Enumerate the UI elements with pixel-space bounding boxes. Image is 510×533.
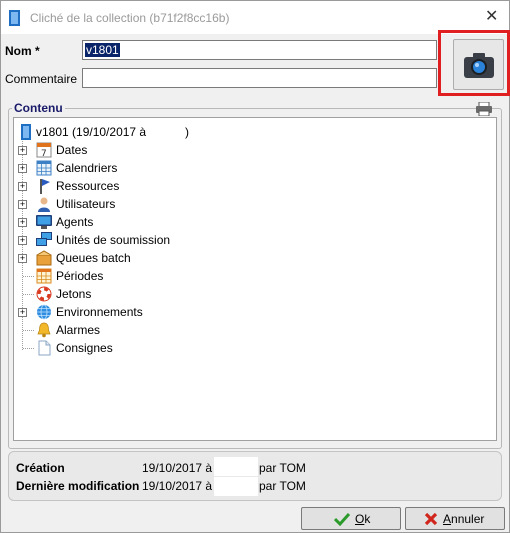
expand-icon[interactable]: + (18, 218, 27, 227)
name-field[interactable]: v1801 (82, 40, 437, 60)
tree-item-consignes[interactable]: Consignes (14, 339, 414, 357)
checkmark-icon (334, 512, 350, 526)
app-icon (9, 10, 20, 26)
expand-icon[interactable]: + (18, 182, 27, 191)
cancel-label: Annuler (443, 512, 485, 526)
tree-item-label: Calendriers (56, 161, 118, 175)
tree-line (23, 294, 34, 295)
window-title: Cliché de la collection (b71f2f8cc16b) (30, 11, 230, 25)
tree-item-label: Agents (56, 215, 94, 229)
creation-label: Création (16, 461, 65, 475)
calendar-period-icon (36, 268, 52, 284)
comment-field[interactable] (82, 68, 437, 88)
queue-icon (36, 250, 52, 266)
tree-root-suffix: ) (185, 125, 189, 139)
document-icon (38, 340, 51, 356)
tree-item-label: Queues batch (56, 251, 131, 265)
modified-date: 19/10/2017 à (142, 479, 213, 493)
content-tree[interactable]: v1801 (19/10/2017 à ) + 7 Dates + Calend… (13, 117, 497, 441)
expand-icon[interactable]: + (18, 236, 27, 245)
tree-item-label: Dates (56, 143, 88, 157)
expand-icon[interactable]: + (18, 200, 27, 209)
tree-line (23, 348, 34, 349)
tree-item-label: Utilisateurs (56, 197, 116, 211)
comment-label: Commentaire (5, 72, 78, 86)
tree-item-label: Jetons (56, 287, 92, 301)
user-icon (38, 197, 50, 212)
tree-item-periodes[interactable]: Périodes (14, 267, 414, 285)
name-value: v1801 (85, 43, 120, 57)
flag-icon (40, 179, 50, 194)
ok-label: Ok (355, 512, 371, 526)
camera-icon (464, 53, 494, 78)
cancel-x-icon (424, 512, 438, 526)
name-label: Nom * (5, 44, 40, 58)
tree-line (23, 330, 34, 331)
ok-button[interactable]: Ok (301, 507, 401, 530)
tree-item-ressources[interactable]: + Ressources (14, 177, 414, 195)
calendar-grid-icon (36, 160, 52, 176)
snapshot-button[interactable] (453, 39, 504, 90)
tree-item-label: Périodes (56, 269, 104, 283)
expand-icon[interactable]: + (18, 164, 27, 173)
redaction (214, 457, 258, 476)
tree-root-label: v1801 (19/10/2017 à (36, 125, 147, 139)
expand-icon[interactable]: + (18, 308, 27, 317)
modified-by: par TOM (259, 479, 306, 493)
modified-label: Dernière modification (16, 479, 140, 493)
creation-by: par TOM (259, 461, 306, 475)
tree-item-unites-de-soumission[interactable]: + Unités de soumission (14, 231, 414, 249)
tree-item-label: Alarmes (56, 323, 101, 337)
tree-item-dates[interactable]: + 7 Dates (14, 141, 414, 159)
tree-item-label: Consignes (56, 341, 113, 355)
tree-item-label: Ressources (56, 179, 120, 193)
tree-item-queues-batch[interactable]: + Queues batch (14, 249, 414, 267)
svg-text:7: 7 (41, 149, 47, 158)
tree-item-label: Unités de soumission (56, 233, 171, 247)
computers-icon (36, 232, 52, 246)
lifebuoy-icon (36, 286, 52, 302)
expand-icon[interactable]: + (18, 254, 27, 263)
globe-icon (37, 304, 51, 320)
monitor-icon (36, 215, 52, 229)
expand-icon[interactable]: + (18, 146, 27, 155)
tree-item-environnements[interactable]: + Environnements (14, 303, 414, 321)
title-bar: Cliché de la collection (b71f2f8cc16b) ✕ (1, 1, 509, 34)
close-icon[interactable]: ✕ (485, 7, 498, 27)
tree-item-utilisateurs[interactable]: + Utilisateurs (14, 195, 414, 213)
calendar-day-icon: 7 (36, 142, 52, 158)
creation-date: 19/10/2017 à (142, 461, 213, 475)
snapshot-dialog: Cliché de la collection (b71f2f8cc16b) ✕… (0, 0, 510, 533)
tree-item-agents[interactable]: + Agents (14, 213, 414, 231)
tree-item-label: Environnements (56, 305, 143, 319)
tree-item-calendriers[interactable]: + Calendriers (14, 159, 414, 177)
print-icon[interactable] (475, 102, 493, 116)
cancel-button[interactable]: Annuler (405, 507, 505, 530)
tree-item-alarmes[interactable]: Alarmes (14, 321, 414, 339)
collection-icon (21, 124, 31, 140)
content-group-label: Contenu (12, 101, 65, 115)
tree-item-jetons[interactable]: Jetons (14, 285, 414, 303)
info-panel: Création 19/10/2017 à par TOM Dernière m… (8, 451, 502, 501)
redaction (214, 477, 258, 496)
bell-icon (37, 322, 51, 338)
tree-line (23, 276, 34, 277)
